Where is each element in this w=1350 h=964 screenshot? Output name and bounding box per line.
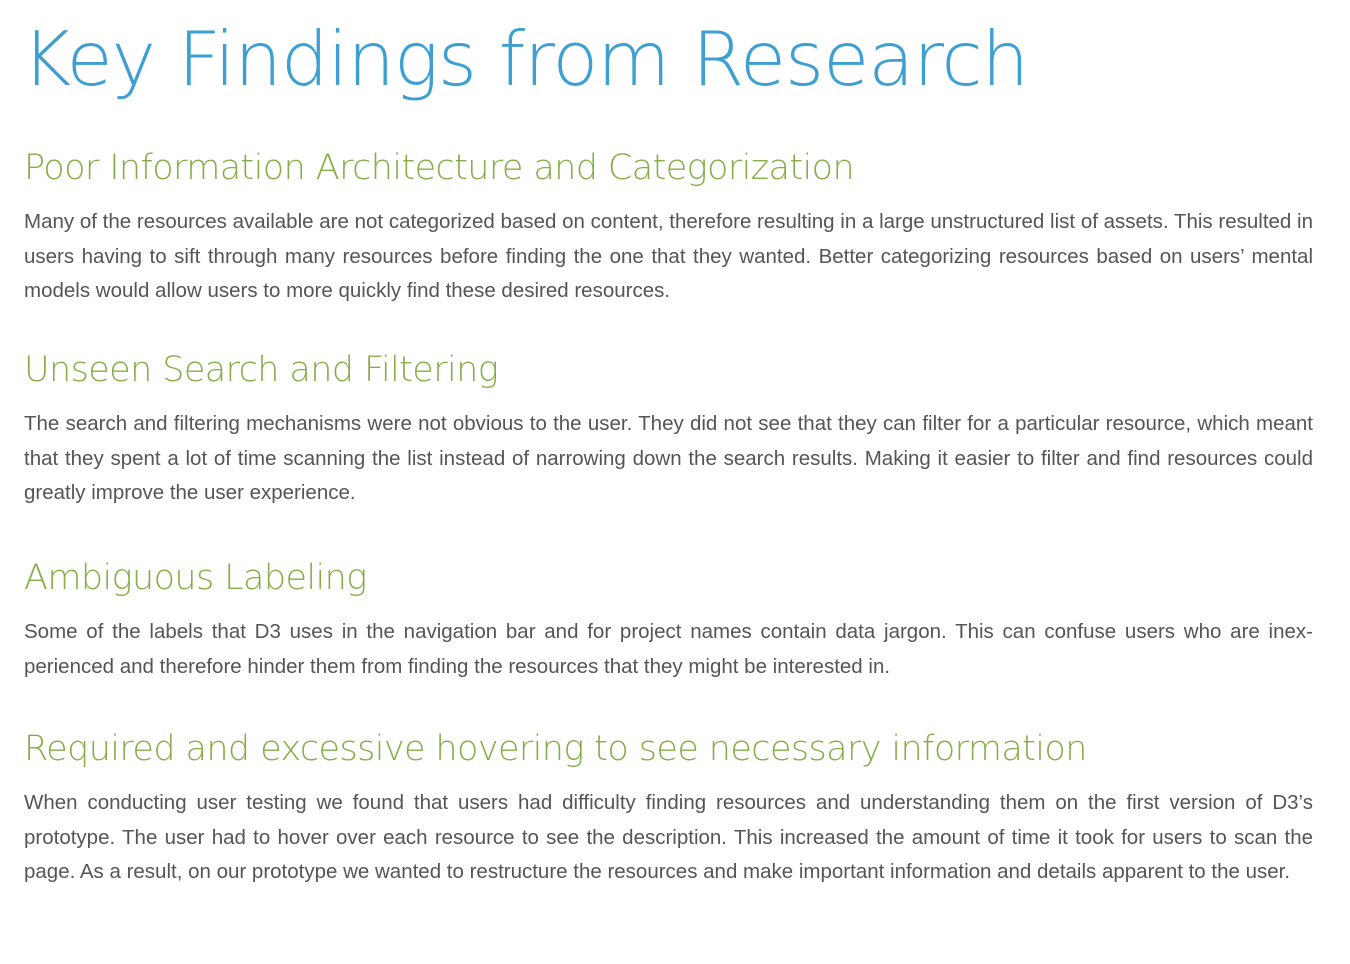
section-body: Some of the labels that D3 uses in the n…: [24, 620, 1313, 678]
finding-section-ambiguous-labeling: Ambiguous Labeling Some of the labels th…: [24, 556, 1313, 684]
section-body: Many of the resources available are not …: [24, 210, 1313, 302]
finding-section-search-filtering: Unseen Search and Filtering The search a…: [24, 348, 1313, 511]
finding-section-information-architecture: Poor Information Architecture and Catego…: [24, 146, 1313, 309]
finding-section-excessive-hovering: Required and excessive hovering to see n…: [24, 727, 1313, 890]
section-heading: Ambiguous Labeling: [24, 558, 367, 598]
section-heading: Poor Information Architecture and Catego…: [24, 148, 855, 188]
section-heading: Unseen Search and Filtering: [24, 350, 499, 390]
section-body: When conducting user testing we found th…: [24, 791, 1313, 883]
section-body: The search and filtering mechanisms were…: [24, 412, 1313, 504]
section-heading: Required and excessive hovering to see n…: [24, 729, 1087, 769]
page-title: Key Findings from Research: [22, 15, 1029, 103]
